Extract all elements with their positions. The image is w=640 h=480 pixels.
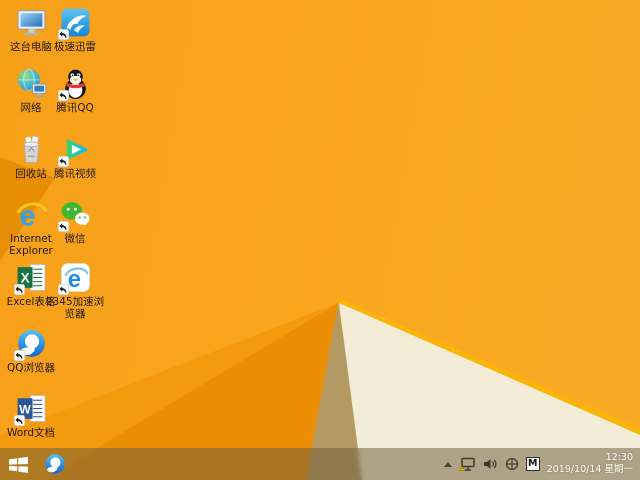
- internet-explorer-icon: e: [15, 198, 48, 231]
- system-tray: M 12:30 2019/10/14 星期一: [443, 452, 640, 477]
- network-icon: [15, 67, 48, 100]
- shortcut-arrow-icon: [13, 350, 25, 361]
- desktop-icon-label: 腾讯视频: [54, 168, 96, 180]
- desktop[interactable]: 这台电脑 极速迅雷 网络 腾讯QQ 回收站 腾讯视频 e Internet Explorer 微…: [0, 0, 640, 480]
- browser-2345-icon: e: [57, 261, 92, 295]
- shortcut-arrow-icon: [57, 221, 69, 232]
- shortcut-arrow-icon: [13, 415, 25, 426]
- desktop-icon-browser-2345[interactable]: e 2345加速浏览器: [45, 261, 105, 321]
- taskbar-clock[interactable]: 12:30 2019/10/14 星期一: [547, 452, 633, 477]
- network-warning-icon[interactable]: [458, 457, 476, 472]
- desktop-icon-label: 极速迅雷: [54, 41, 96, 53]
- safely-remove-hardware-icon[interactable]: [505, 457, 519, 471]
- desktop-icon-qq[interactable]: 腾讯QQ: [45, 67, 105, 114]
- shortcut-arrow-icon: [57, 156, 69, 167]
- desktop-icon-label: 2345加速浏览器: [45, 296, 105, 321]
- tencent-video-icon: [57, 133, 92, 167]
- shortcut-arrow-icon: [57, 284, 69, 295]
- windows-logo-icon: [8, 456, 28, 473]
- desktop-icon-word[interactable]: W Word文档: [1, 392, 61, 439]
- wechat-icon: [57, 198, 92, 232]
- shortcut-arrow-icon: [57, 29, 69, 40]
- show-hidden-icons-arrow-icon[interactable]: [443, 461, 452, 467]
- taskbar-pinned-apps: [36, 448, 70, 480]
- desktop-icon-label: 微信: [64, 233, 86, 245]
- volume-icon[interactable]: [483, 457, 498, 471]
- taskbar: M 12:30 2019/10/14 星期一: [0, 448, 640, 480]
- qq-browser-taskbar-icon[interactable]: [40, 448, 70, 480]
- desktop-icon-label: QQ浏览器: [6, 362, 56, 374]
- input-method-indicator[interactable]: M: [525, 457, 540, 471]
- shortcut-arrow-icon: [13, 284, 25, 295]
- shortcut-arrow-icon: [57, 90, 69, 101]
- desktop-icon-xunlei[interactable]: 极速迅雷: [45, 6, 105, 53]
- desktop-icon-tencent-video[interactable]: 腾讯视频: [45, 133, 105, 180]
- qq-icon: [57, 67, 92, 101]
- clock-time: 12:30: [605, 451, 633, 463]
- desktop-icon-label: 腾讯QQ: [56, 102, 94, 114]
- qq-browser-icon: [13, 327, 48, 361]
- clock-date: 2019/10/14 星期一: [546, 464, 633, 475]
- this-pc-icon: [15, 6, 48, 39]
- xunlei-icon: [57, 6, 92, 40]
- excel-icon: X: [13, 261, 48, 295]
- start-button[interactable]: [0, 448, 36, 480]
- recycle-bin-icon: [15, 133, 48, 166]
- word-icon: W: [13, 392, 48, 426]
- desktop-icon-wechat[interactable]: 微信: [45, 198, 105, 245]
- desktop-icon-label: Word文档: [7, 427, 55, 439]
- desktop-icon-qq-browser[interactable]: QQ浏览器: [1, 327, 61, 374]
